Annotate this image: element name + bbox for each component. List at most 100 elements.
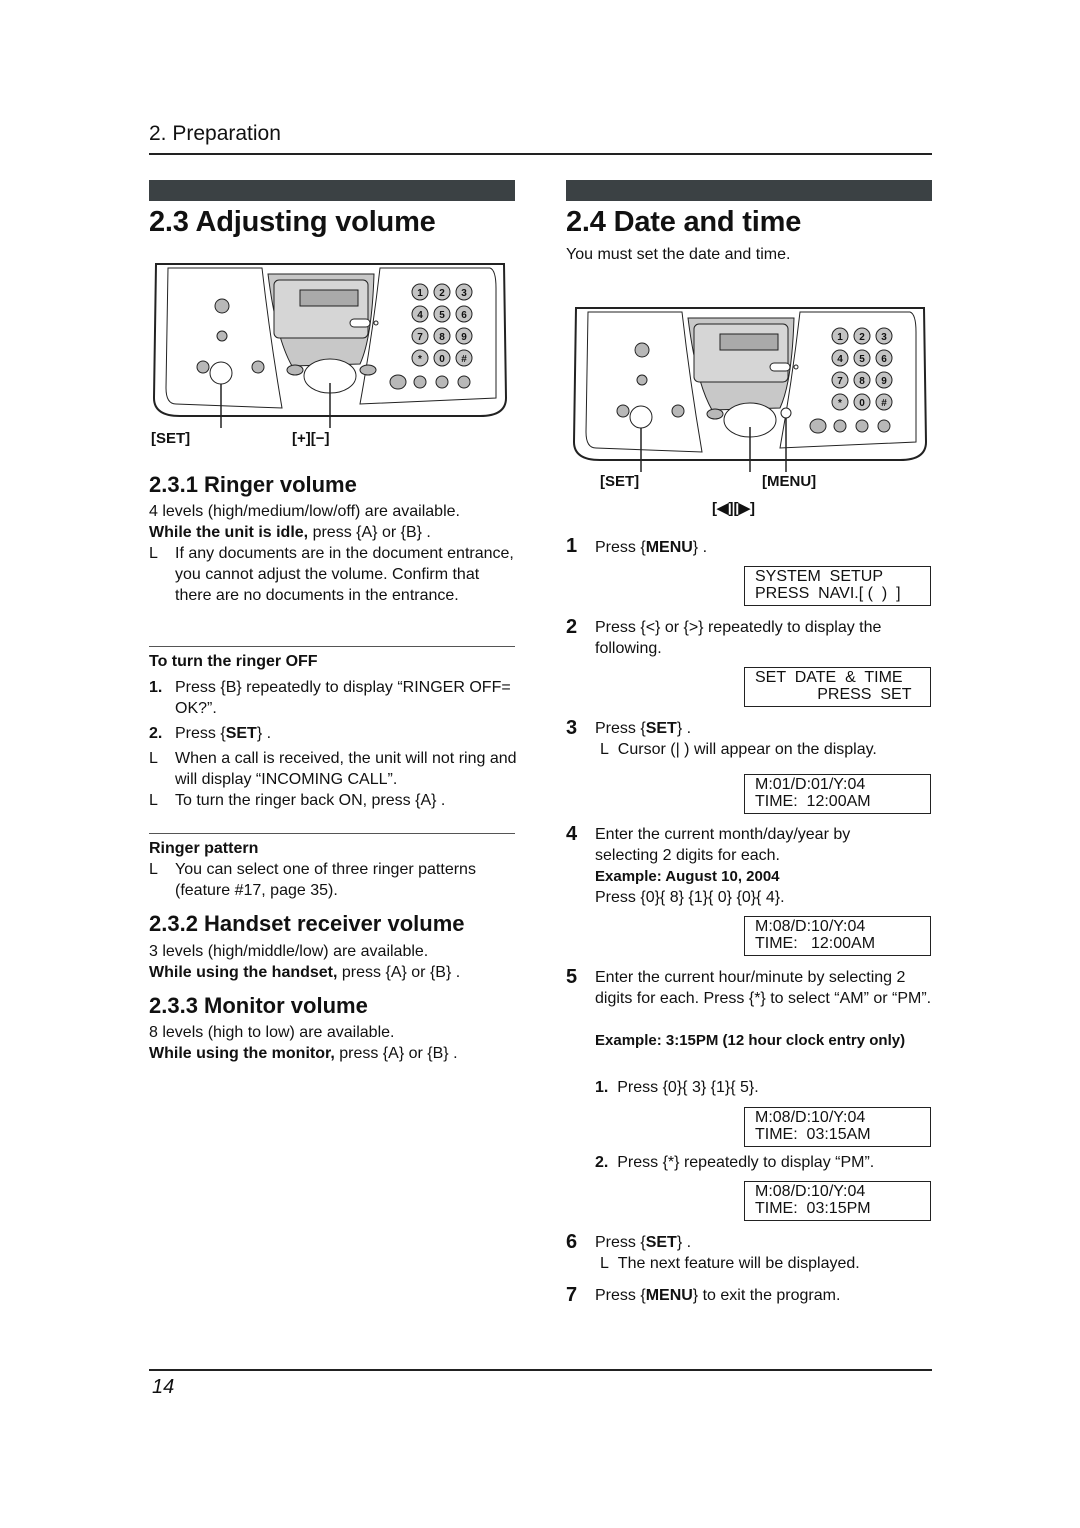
keypad-key-label: 8 xyxy=(859,376,865,387)
panel-button xyxy=(671,404,685,418)
section-title-adjusting-volume: 2.3 Adjusting volume xyxy=(149,206,436,238)
lcd-line: SET DATE & TIME xyxy=(755,669,903,686)
panel-button xyxy=(196,360,210,374)
header-divider xyxy=(149,153,932,155)
ringer-off-steps: 1. Press {B} repeatedly to display “RINGE… xyxy=(149,677,519,811)
lcd-display: M:08/D:10/Y:04 TIME: 03:15AM xyxy=(744,1107,931,1147)
ringer-off-note-1: L When a call is received, the unit will … xyxy=(149,750,517,788)
section-bar-left xyxy=(149,180,515,201)
ringer-note: L If any documents are in the document en… xyxy=(149,545,514,604)
lcd-display: SYSTEM SETUP PRESS NAVI.[ ( ) ] xyxy=(744,566,931,606)
menu-button xyxy=(780,407,792,419)
chapter-title: 2. Preparation xyxy=(149,122,281,145)
navigator-key-label: [◀][▶] xyxy=(712,500,756,517)
keypad-key-label: 7 xyxy=(417,332,423,343)
monitor-instruction: While using the monitor, press {A} or {B… xyxy=(149,1045,458,1062)
panel-button xyxy=(286,364,304,376)
panel-button xyxy=(855,419,869,433)
lcd-line: PRESS SET xyxy=(755,686,912,703)
set-key-label: [SET] xyxy=(151,430,191,447)
lcd-line: SYSTEM SETUP xyxy=(755,568,884,585)
step-5-sub-1: 1. Press {0}{ 3} {1}{ 5}. xyxy=(595,1079,759,1096)
plus-minus-key-label: [+][−] xyxy=(292,430,330,447)
keypad-key-label: 4 xyxy=(417,310,423,321)
subsection-title-monitor-volume: 2.3.3 Monitor volume xyxy=(149,993,368,1018)
monitor-levels-text: 8 levels (high to low) are available. xyxy=(149,1024,395,1041)
keypad-key-label: # xyxy=(461,354,467,365)
ringer-pattern-note: L You can select one of three ringer patt… xyxy=(149,859,519,901)
monitor-volume-body: 8 levels (high to low) are available. Wh… xyxy=(149,1022,519,1064)
keypad-key-label: 3 xyxy=(461,288,467,299)
step-4-text: Enter the current month/day/year by sele… xyxy=(595,826,851,864)
keypad-key-label: 4 xyxy=(837,354,843,365)
keypad-key-label: # xyxy=(881,398,887,409)
panel-button xyxy=(706,408,724,420)
step-6-note: L The next feature will be displayed. xyxy=(600,1255,860,1272)
step-number: 3 xyxy=(566,717,578,739)
step-number: 4 xyxy=(566,823,578,845)
display-button xyxy=(349,318,371,328)
page-number: 14 xyxy=(152,1376,175,1398)
ringer-pattern-note-text: L You can select one of three ringer patt… xyxy=(149,861,476,899)
lcd-line: M:08/D:10/Y:04 xyxy=(755,1183,866,1200)
step-number: 7 xyxy=(566,1284,578,1306)
step-5-sub-2: 2. Press {*} repeatedly to display “PM”. xyxy=(595,1154,875,1171)
handset-instruction: While using the handset, press {A} or {B… xyxy=(149,964,461,981)
keypad-key-label: 6 xyxy=(461,310,467,321)
keypad-key-label: 2 xyxy=(439,288,445,299)
step-3-text: Press {SET} . xyxy=(595,720,692,737)
keypad-key-label: * xyxy=(838,398,842,409)
lcd-line: TIME: 12:00AM xyxy=(755,935,876,952)
lcd-line: TIME: 03:15PM xyxy=(755,1200,871,1217)
panel-button xyxy=(251,360,265,374)
panel-button xyxy=(435,375,449,389)
keypad-key-label: 0 xyxy=(439,354,445,365)
display-frame xyxy=(693,323,789,383)
lcd-line: TIME: 03:15AM xyxy=(755,1126,871,1143)
lcd-line: TIME: 12:00AM xyxy=(755,793,871,810)
menu-key-label: [MENU] xyxy=(762,473,817,490)
set-button xyxy=(209,361,233,385)
step-5-text: Enter the current hour/minute by selecti… xyxy=(595,969,932,1007)
fax-panel-illustration-left: 1 2 3 4 5 6 7 8 9 * 0 # xyxy=(152,263,508,428)
ringer-volume-body: 4 levels (high/medium/low/off) are avail… xyxy=(149,501,519,606)
keypad-key-label: 6 xyxy=(881,354,887,365)
lcd-screen xyxy=(719,333,779,351)
step-5-example: Example: 3:15PM (12 hour clock entry onl… xyxy=(595,1032,906,1049)
keypad-key-label: 5 xyxy=(439,310,445,321)
lcd-line: M:08/D:10/Y:04 xyxy=(755,1109,866,1126)
subsection-title-handset-volume: 2.3.2 Handset receiver volume xyxy=(149,911,465,936)
divider xyxy=(149,646,515,647)
panel-button xyxy=(214,298,230,314)
step-1-text: Press {MENU} . xyxy=(595,539,708,556)
step-number: 1 xyxy=(566,535,578,557)
keypad-key-label: 1 xyxy=(837,332,843,343)
panel-button xyxy=(413,375,427,389)
keypad-key-label: 5 xyxy=(859,354,865,365)
panel-button xyxy=(877,419,891,433)
ringer-off-step-1: 1. Press {B} repeatedly to display “RINGE… xyxy=(149,679,511,717)
step-6-text: Press {SET} . xyxy=(595,1234,692,1251)
display-button xyxy=(769,362,791,372)
panel-button xyxy=(216,330,228,342)
footer-divider xyxy=(149,1369,932,1371)
subsection-title-ringer-volume: 2.3.1 Ringer volume xyxy=(149,472,357,497)
date-time-intro: You must set the date and time. xyxy=(566,246,791,263)
ringer-off-note-2: L To turn the ringer back ON, press {A} . xyxy=(149,792,446,809)
ringer-pattern-title: Ringer pattern xyxy=(149,840,259,857)
indicator-light xyxy=(793,364,799,370)
handset-levels-text: 3 levels (high/middle/low) are available… xyxy=(149,943,429,960)
step-number: 5 xyxy=(566,966,578,988)
display-frame xyxy=(273,279,369,339)
lcd-line: M:08/D:10/Y:04 xyxy=(755,918,866,935)
fax-panel-illustration-right: 1 2 3 4 5 6 7 8 9 * 0 # xyxy=(572,307,928,472)
lcd-line: PRESS NAVI.[ ( ) ] xyxy=(755,585,901,602)
keypad-key-label: 9 xyxy=(461,332,467,343)
section-title-date-time: 2.4 Date and time xyxy=(566,206,802,238)
keypad-key-label: 0 xyxy=(859,398,865,409)
divider xyxy=(149,833,515,834)
lcd-line: M:01/D:01/Y:04 xyxy=(755,776,866,793)
set-key-label: [SET] xyxy=(600,473,640,490)
panel-button xyxy=(359,364,377,376)
section-bar-right xyxy=(566,180,932,201)
